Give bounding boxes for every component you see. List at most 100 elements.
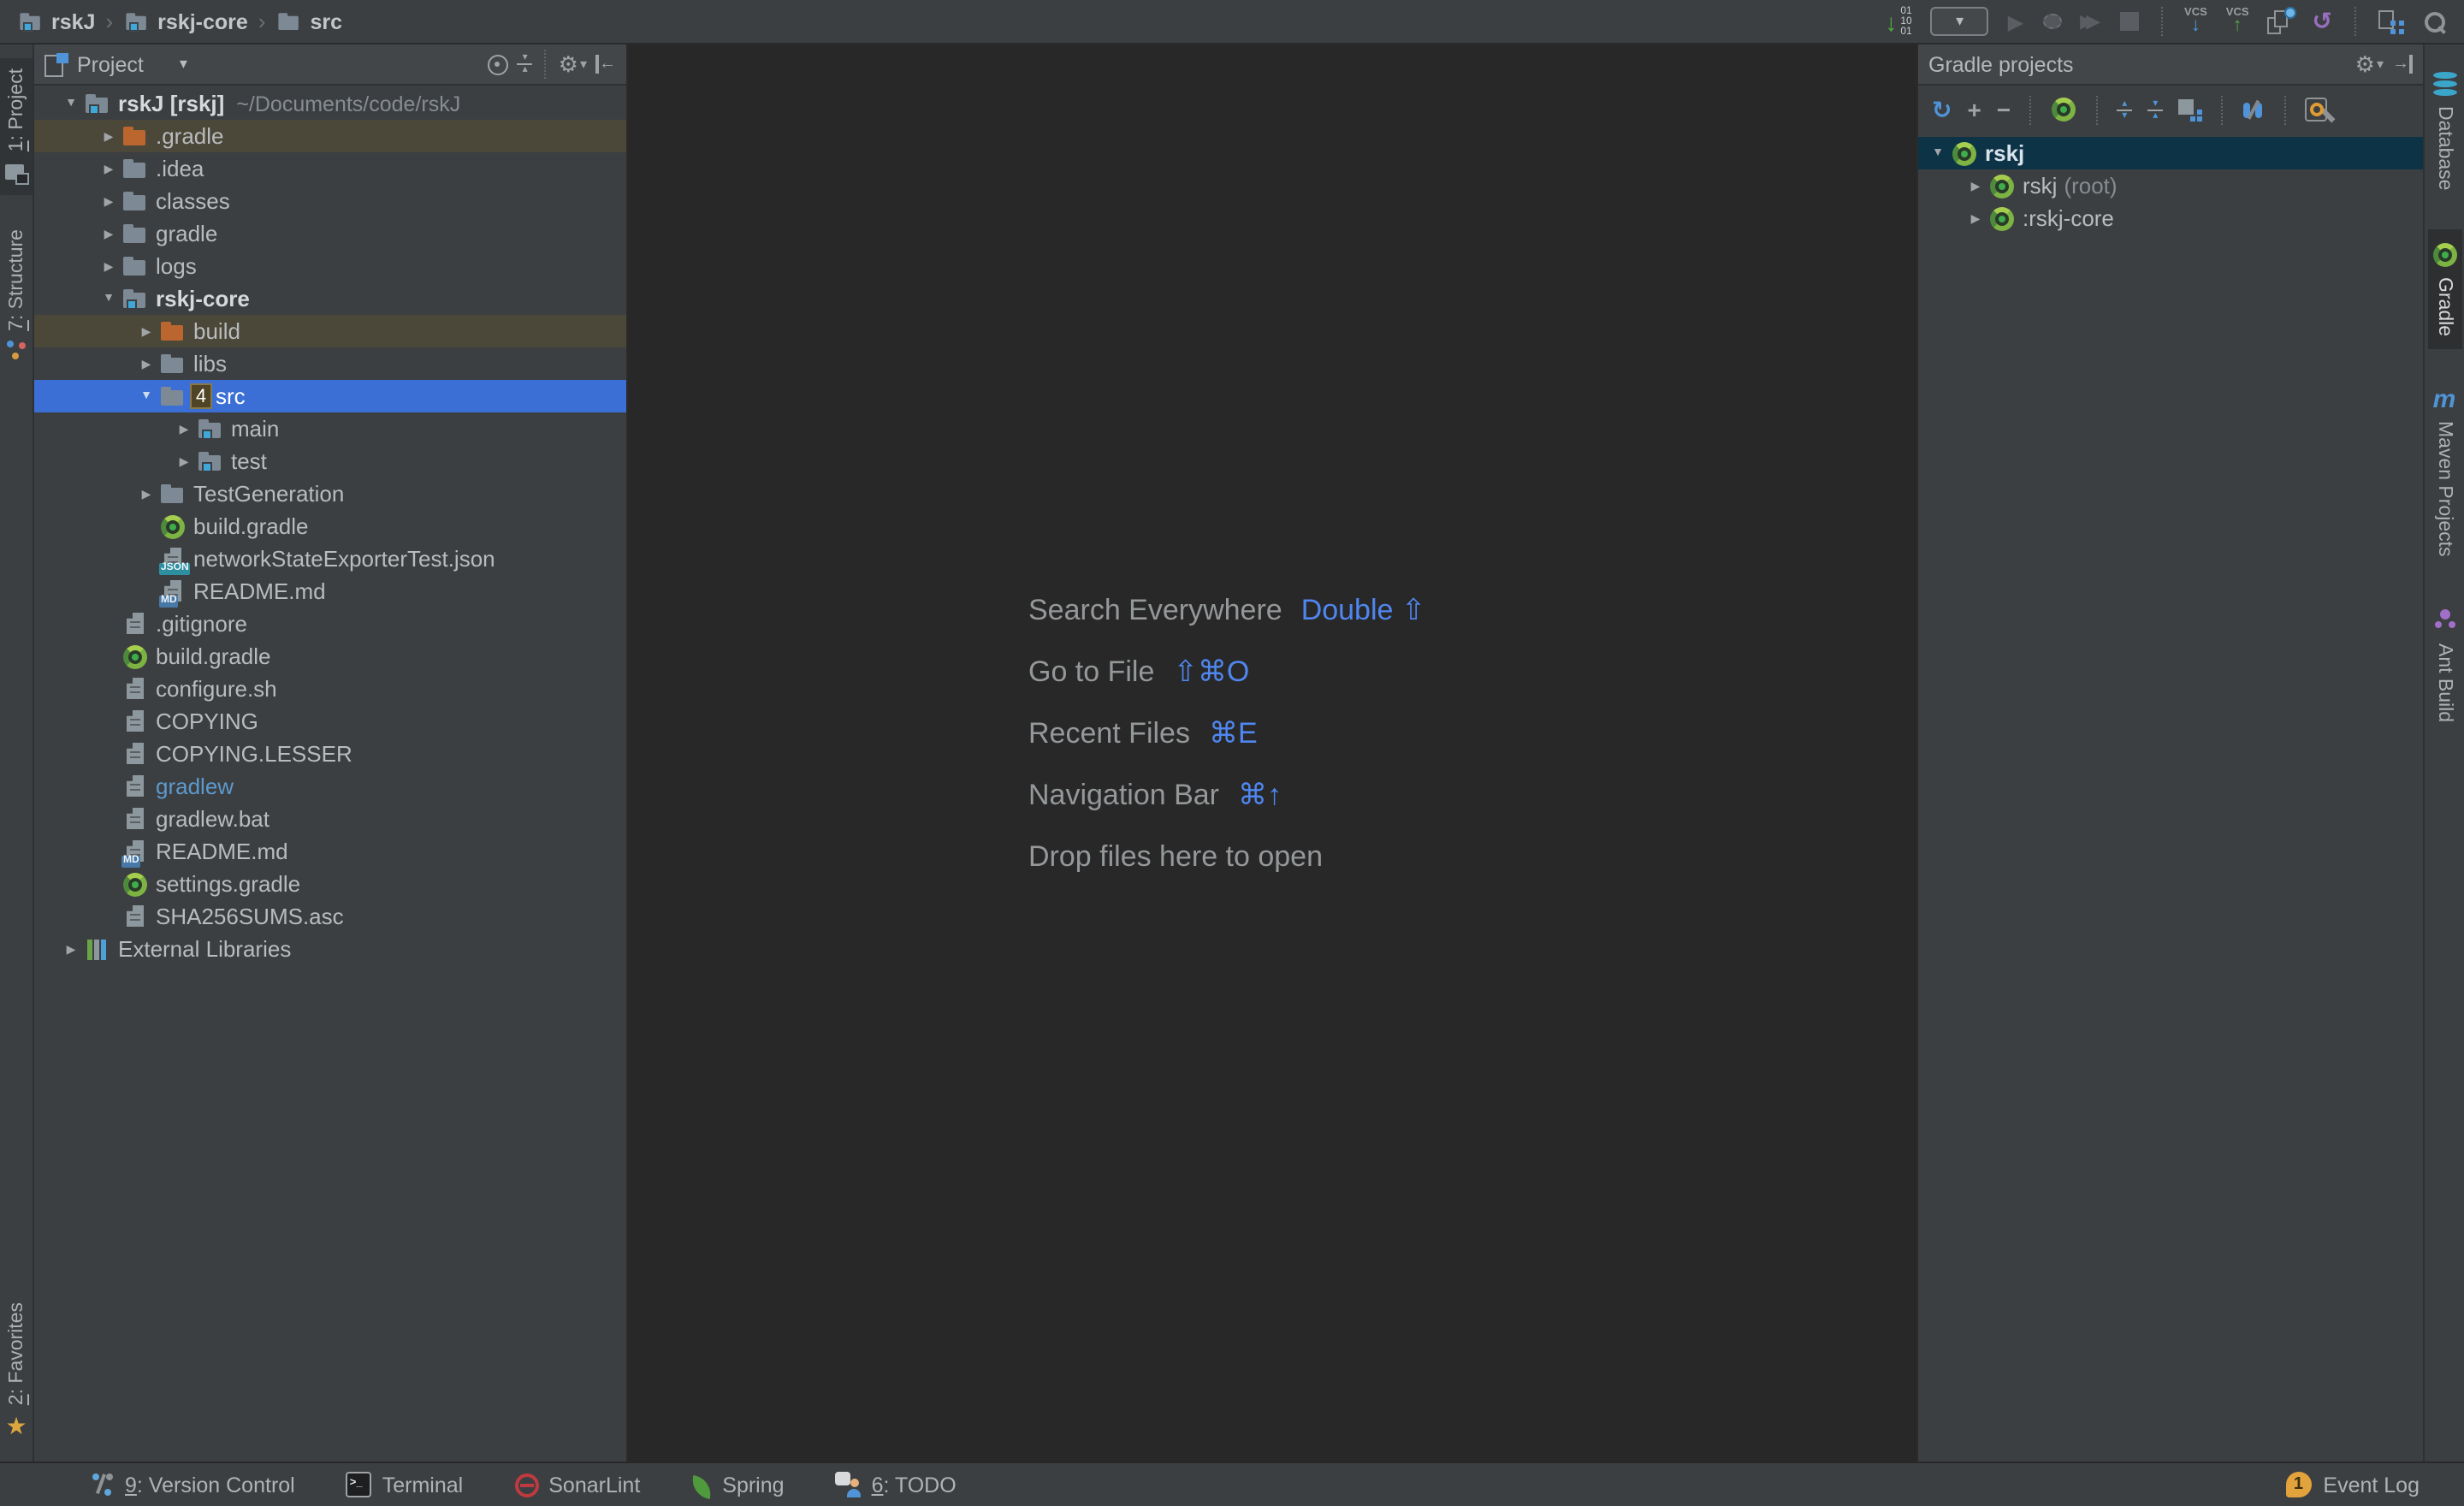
run-button[interactable]: ▶ [2008,9,2023,33]
locate-file-icon[interactable] [489,54,509,74]
vcs-update-button[interactable]: VCS↓ [2184,9,2207,34]
collapsed-arrow-icon[interactable]: ▶ [96,129,121,143]
offline-mode-icon[interactable] [2242,99,2266,120]
project-view-icon [44,53,68,75]
collapsed-arrow-icon[interactable]: ▶ [96,259,121,273]
external-libraries-icon [84,935,111,963]
tree-row[interactable]: ▶ libs [34,347,626,380]
tool-tab-structure[interactable]: 7: Structure [0,218,33,373]
statusbar-spring[interactable]: Spring [691,1473,784,1497]
tree-row[interactable]: settings.gradle [34,868,626,900]
detach-project-icon[interactable]: − [1997,96,2011,123]
gradle-tree-row[interactable]: ▶ :rskj-core [1918,202,2423,234]
tool-tab-favorites[interactable]: 2: Favorites ★ [2,1292,30,1448]
gradle-tree-row-selected[interactable]: ▼ rskj [1918,137,2423,169]
tree-row[interactable]: configure.sh [34,673,626,705]
expanded-arrow-icon[interactable]: ▼ [58,98,84,110]
collapsed-arrow-icon[interactable]: ▶ [171,454,197,468]
tree-row[interactable]: JSON networkStateExporterTest.json [34,543,626,575]
chevron-down-icon[interactable]: ▾ [180,55,187,74]
breadcrumb-item-src[interactable]: src [275,8,342,35]
refresh-icon[interactable]: ↻ [1932,95,1952,124]
gradle-tree-row[interactable]: ▶ rskj (root) [1918,169,2423,202]
attach-project-icon[interactable]: + [1967,96,1981,123]
collapsed-arrow-icon[interactable]: ▶ [1963,211,1988,225]
vcs-commit-button[interactable]: VCS↑ [2226,9,2249,34]
tool-tab-database[interactable]: Database [2427,58,2461,202]
local-history-icon[interactable] [2268,9,2294,33]
collapse-all-icon[interactable]: ▾▴ [2147,100,2163,119]
editor-area[interactable]: Search EverywhereDouble ⇧ Go to File⇧⌘O … [628,44,1916,1462]
tree-row[interactable]: ▶ test [34,445,626,477]
tree-row[interactable]: SHA256SUMS.asc [34,900,626,933]
tool-tab-ant[interactable]: Ant Build [2427,596,2461,734]
tree-row-selected[interactable]: ▼ 4 src [34,380,626,412]
statusbar-sonarlint[interactable]: SonarLint [514,1473,640,1497]
statusbar-todo[interactable]: 6: TODO [836,1472,957,1497]
search-everywhere-icon[interactable] [2423,9,2447,33]
breadcrumb-item-rskj-core[interactable]: rskj-core [123,8,248,35]
tree-row[interactable]: build.gradle [34,510,626,543]
collapsed-arrow-icon[interactable]: ▶ [58,942,84,956]
tree-row[interactable]: ▶ .gradle [34,120,626,152]
project-panel-title[interactable]: Project [77,52,144,76]
notification-bubble-icon: 1 [2285,1472,2311,1497]
collapse-all-icon[interactable]: ▾▴ [518,55,533,74]
stop-button[interactable] [2119,12,2138,31]
settings-gear-icon[interactable]: ⚙▾ [2355,53,2384,75]
tree-row[interactable]: .gitignore [34,608,626,640]
tree-row[interactable]: ▶ .idea [34,152,626,185]
compile-binary-icon[interactable]: ↓ 011001 [1885,6,1911,37]
rollback-button[interactable]: ↺ [2313,7,2332,36]
expanded-arrow-icon[interactable]: ▼ [96,293,121,305]
tool-tab-project[interactable]: 1: Project [0,58,33,194]
folder-icon [121,220,149,247]
text-file-icon [121,708,149,735]
collapsed-arrow-icon[interactable]: ▶ [171,422,197,436]
run-configurations-dropdown[interactable]: ▾ [1931,7,1989,36]
markdown-file-icon: MD [121,838,149,865]
breadcrumb-item-rskj[interactable]: rskJ [17,8,95,35]
breadcrumb: rskJ › rskj-core › src [17,8,342,35]
gradle-settings-icon[interactable] [2305,98,2331,122]
tree-row[interactable]: ▶ logs [34,250,626,282]
statusbar-event-log[interactable]: 1 Event Log [2285,1472,2420,1497]
tree-row[interactable]: ▶ gradle [34,217,626,250]
tool-tab-maven[interactable]: m Maven Projects [2427,376,2461,569]
group-modules-icon[interactable] [2178,98,2202,121]
collapsed-arrow-icon[interactable]: ▶ [133,324,159,338]
hide-panel-icon[interactable]: ← [595,55,616,74]
expanded-arrow-icon[interactable]: ▼ [133,390,159,402]
tree-row[interactable]: ▶ TestGeneration [34,477,626,510]
hide-panel-icon[interactable]: → [2392,55,2413,74]
tree-row[interactable]: COPYING [34,705,626,738]
statusbar-terminal[interactable]: >_ Terminal [346,1472,464,1497]
tree-row[interactable]: ▶ main [34,412,626,445]
tree-row[interactable]: ▶ build [34,315,626,347]
run-with-coverage-button[interactable]: ▶▶ [2080,10,2100,33]
debug-button[interactable] [2042,14,2061,29]
collapsed-arrow-icon[interactable]: ▶ [1963,179,1988,193]
expand-all-icon[interactable]: ▴▾ [2117,100,2132,119]
tree-row[interactable]: ▶ External Libraries [34,933,626,965]
tree-row[interactable]: MD README.md [34,835,626,868]
gradle-icon[interactable] [2050,96,2077,123]
statusbar-version-control[interactable]: 9: Version Control [89,1472,295,1497]
tree-row[interactable]: gradlew.bat [34,803,626,835]
tree-row[interactable]: MD README.md [34,575,626,608]
tree-row[interactable]: ▶ classes [34,185,626,217]
settings-gear-icon[interactable]: ⚙▾ [559,53,587,75]
collapsed-arrow-icon[interactable]: ▶ [133,487,159,501]
project-structure-icon[interactable] [2378,9,2404,33]
collapsed-arrow-icon[interactable]: ▶ [96,194,121,208]
collapsed-arrow-icon[interactable]: ▶ [96,162,121,175]
tree-row[interactable]: COPYING.LESSER [34,738,626,770]
tree-row[interactable]: ▼ rskj-core [34,282,626,315]
collapsed-arrow-icon[interactable]: ▶ [133,357,159,371]
tree-row[interactable]: gradlew [34,770,626,803]
expanded-arrow-icon[interactable]: ▼ [1925,147,1951,159]
tree-row[interactable]: build.gradle [34,640,626,673]
collapsed-arrow-icon[interactable]: ▶ [96,227,121,240]
tree-row[interactable]: ▼ rskJ [rskj] ~/Documents/code/rskJ [34,87,626,120]
tool-tab-gradle[interactable]: Gradle [2427,229,2461,348]
